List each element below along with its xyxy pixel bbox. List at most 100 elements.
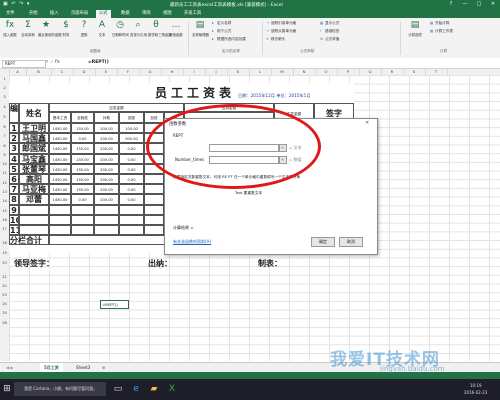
row-header[interactable]: 8	[0, 144, 9, 148]
row-header[interactable]: 4	[0, 105, 9, 109]
employee-name: 郎国斌	[19, 143, 49, 154]
maximize-button[interactable]: □	[472, 0, 486, 9]
edge-icon[interactable]: e	[130, 383, 142, 395]
trace-dependents-button[interactable]: → 追踪从属单元格	[266, 29, 296, 34]
ok-button[interactable]: 确定	[311, 237, 335, 247]
excel-icon[interactable]: X	[166, 383, 178, 395]
salary-value	[49, 225, 71, 236]
row-header[interactable]: 3	[0, 95, 9, 99]
close-button[interactable]: ✕	[486, 0, 500, 9]
dialog-close-icon[interactable]: ✕	[365, 120, 369, 126]
row-header[interactable]: 16	[0, 218, 9, 222]
employee-name: 张董琴	[19, 163, 49, 174]
row-header[interactable]: 22	[0, 284, 9, 288]
active-cell[interactable]: =REPT()	[100, 300, 129, 309]
calc-options-button[interactable]: ▤ 计算选项	[404, 20, 426, 46]
windows-taskbar: ⊞ 我是 Cortana，小娜。有问题尽管问我。 ▭ e ▰ X 10:19 2…	[0, 379, 500, 400]
cancel-button[interactable]: 取消	[339, 237, 363, 247]
row-header[interactable]: 11	[0, 171, 9, 175]
group-label-defined-names: 定义的名称	[222, 49, 240, 53]
more-functions-button[interactable]: … 其他函数	[168, 20, 184, 46]
insert-function-icon[interactable]: fx	[55, 59, 60, 65]
logical-button[interactable]: ? 逻辑	[76, 20, 92, 46]
salary-value	[119, 214, 144, 225]
sheet-nav-icons[interactable]: ◀ ▶	[2, 363, 17, 372]
remove-arrows-button[interactable]: ✕ 移去箭头	[266, 37, 285, 42]
recent-functions-button[interactable]: ★ 最近使用的函数	[38, 20, 62, 46]
row-header[interactable]: 1	[0, 77, 9, 81]
define-name-button[interactable]: ▸ 定义名称	[212, 21, 231, 26]
confirm-icon[interactable]: ✓	[50, 60, 54, 65]
use-in-formula-button[interactable]: ▸ 用于公式	[212, 29, 231, 34]
quick-access-icons[interactable]: ▣ ↶ ↷ ▾	[3, 1, 30, 7]
row-header[interactable]: 14	[0, 199, 9, 203]
row-header[interactable]: 23	[0, 293, 9, 297]
salary-value: 0.00	[119, 143, 144, 154]
salary-value	[71, 214, 94, 225]
error-check-button[interactable]: ! 错误检查	[320, 29, 339, 34]
lookup-button[interactable]: ⌕ 查找与引用	[130, 20, 147, 46]
header-number: 编号	[9, 103, 19, 123]
row-header[interactable]: 5	[0, 115, 9, 119]
row-header[interactable]: 19	[0, 251, 9, 255]
cortana-search-box[interactable]: 我是 Cortana，小娜。有问题尽管问我。	[14, 382, 106, 396]
start-icon[interactable]: ⊞	[1, 383, 13, 395]
tab-insert[interactable]: 插入	[47, 10, 62, 18]
help-icon[interactable]: ?	[444, 0, 458, 9]
ribbon-tabs: 文件 开始 插入 页面布局 公式 数据 审阅 视图 开发工具	[0, 9, 500, 18]
total-label: 分栏合计	[9, 235, 49, 246]
tab-home[interactable]: 开始	[26, 10, 41, 18]
calculate-sheet-button[interactable]: ▦ 计算工作表	[430, 29, 453, 34]
clock-date: 2016-02-23	[464, 390, 488, 395]
row-header[interactable]: 25	[0, 311, 9, 315]
tab-developer[interactable]: 开发工具	[181, 10, 204, 18]
sheet-tab-sheet3[interactable]: Sheet3	[72, 363, 94, 372]
autosum-button[interactable]: Σ 自动求和	[20, 20, 36, 46]
row-header[interactable]: 24	[0, 302, 9, 306]
row-header[interactable]: 18	[0, 241, 9, 245]
row-header[interactable]: 21	[0, 275, 9, 279]
calculate-now-button[interactable]: ▦ 开始计算	[430, 21, 449, 26]
row-header[interactable]: 6	[0, 125, 9, 129]
group-label-formula-auditing: 公式审核	[300, 49, 315, 53]
row-header[interactable]: 26	[0, 321, 9, 325]
formula-input[interactable]: =REPT()	[88, 60, 109, 65]
datetime-button[interactable]: ◷ 日期和时间	[112, 20, 129, 46]
task-view-icon[interactable]: ▭	[112, 383, 124, 395]
salary-value	[94, 204, 119, 215]
row-header[interactable]: 15	[0, 209, 9, 213]
tab-formulas[interactable]: 公式	[96, 10, 111, 18]
name-manager-icon: ▤	[195, 20, 205, 30]
row-header[interactable]: 9	[0, 153, 9, 157]
tab-file[interactable]: 文件	[3, 10, 18, 18]
explorer-icon[interactable]: ▰	[148, 383, 160, 395]
name-manager-button[interactable]: ▤ 名称管理器	[192, 20, 209, 46]
row-header[interactable]: 20	[0, 261, 9, 265]
add-sheet-icon[interactable]: ⊕	[98, 363, 109, 372]
insert-function-button[interactable]: fx 插入函数	[2, 20, 18, 46]
row-header[interactable]: 2	[0, 86, 9, 90]
row-header[interactable]: 12	[0, 181, 9, 185]
evaluate-formula-button[interactable]: fx 公式求值	[320, 37, 339, 42]
tab-data[interactable]: 数据	[118, 10, 133, 18]
function-help-link[interactable]: 有关该函数的帮助(H)	[173, 239, 211, 245]
tab-page-layout[interactable]: 页面布局	[68, 10, 91, 18]
tab-view[interactable]: 视图	[160, 10, 175, 18]
math-trig-button[interactable]: θ 数学和三角函数	[148, 20, 172, 46]
row-number: 11	[9, 225, 19, 236]
row-header[interactable]: 7	[0, 134, 9, 138]
create-from-selection-button[interactable]: ▸ 根据所选内容创建	[212, 37, 246, 42]
financial-button[interactable]: $ 财务	[58, 20, 74, 46]
cancel-icon[interactable]: ✕	[45, 60, 49, 65]
trace-precedents-button[interactable]: → 追踪引用单元格	[266, 21, 296, 26]
name-box[interactable]: REPT	[2, 59, 46, 68]
row-header[interactable]: 10	[0, 162, 9, 166]
tab-review[interactable]: 审阅	[139, 10, 154, 18]
minimize-button[interactable]: —	[458, 0, 472, 9]
row-header[interactable]: 13	[0, 190, 9, 194]
row-header[interactable]: 17	[0, 227, 9, 231]
text-button[interactable]: A 文本	[94, 20, 110, 46]
show-formulas-button[interactable]: ▦ 显示公式	[320, 21, 339, 26]
salary-value: 200.00	[94, 163, 119, 174]
row-number: 8	[9, 194, 19, 205]
